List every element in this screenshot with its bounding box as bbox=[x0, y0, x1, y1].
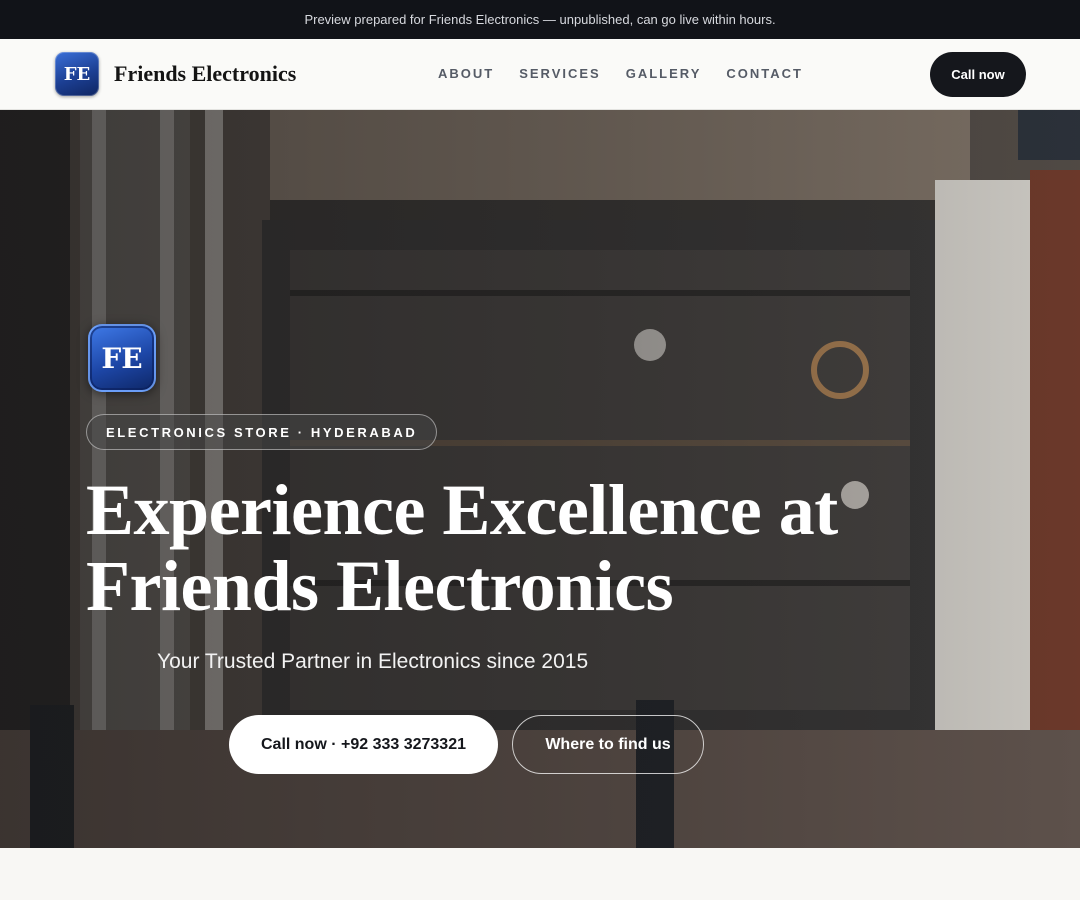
main-nav: ABOUT SERVICES GALLERY CONTACT bbox=[438, 66, 828, 81]
hero-title: Experience Excellence at Friends Electro… bbox=[86, 472, 886, 624]
nav-link-services[interactable]: SERVICES bbox=[519, 66, 601, 81]
call-phone-button[interactable]: Call now · +92 333 3273321 bbox=[229, 715, 498, 774]
hero-title-line-2: Friends Electronics bbox=[86, 546, 674, 626]
nav-link-about[interactable]: ABOUT bbox=[438, 66, 494, 81]
hero-subtitle: Your Trusted Partner in Electronics sinc… bbox=[157, 650, 589, 673]
brand-logo[interactable]: FE bbox=[55, 52, 99, 96]
nav-link-contact[interactable]: CONTACT bbox=[726, 66, 803, 81]
hero-logo: FE bbox=[88, 324, 156, 392]
preview-banner: Preview prepared for Friends Electronics… bbox=[0, 0, 1080, 39]
find-us-button[interactable]: Where to find us bbox=[512, 715, 704, 774]
site-header: FE Friends Electronics ABOUT SERVICES GA… bbox=[0, 39, 1080, 110]
preview-banner-text: Preview prepared for Friends Electronics… bbox=[304, 12, 776, 27]
hero-title-line-1: Experience Excellence at bbox=[86, 470, 838, 550]
hero-section: FE ELECTRONICS STORE · HYDERABAD Experie… bbox=[0, 110, 1080, 848]
next-section bbox=[0, 848, 1080, 900]
nav-link-gallery[interactable]: GALLERY bbox=[626, 66, 702, 81]
store-category-pill: ELECTRONICS STORE · HYDERABAD bbox=[86, 414, 438, 450]
brand-name[interactable]: Friends Electronics bbox=[114, 61, 296, 87]
call-now-button[interactable]: Call now bbox=[930, 52, 1026, 97]
